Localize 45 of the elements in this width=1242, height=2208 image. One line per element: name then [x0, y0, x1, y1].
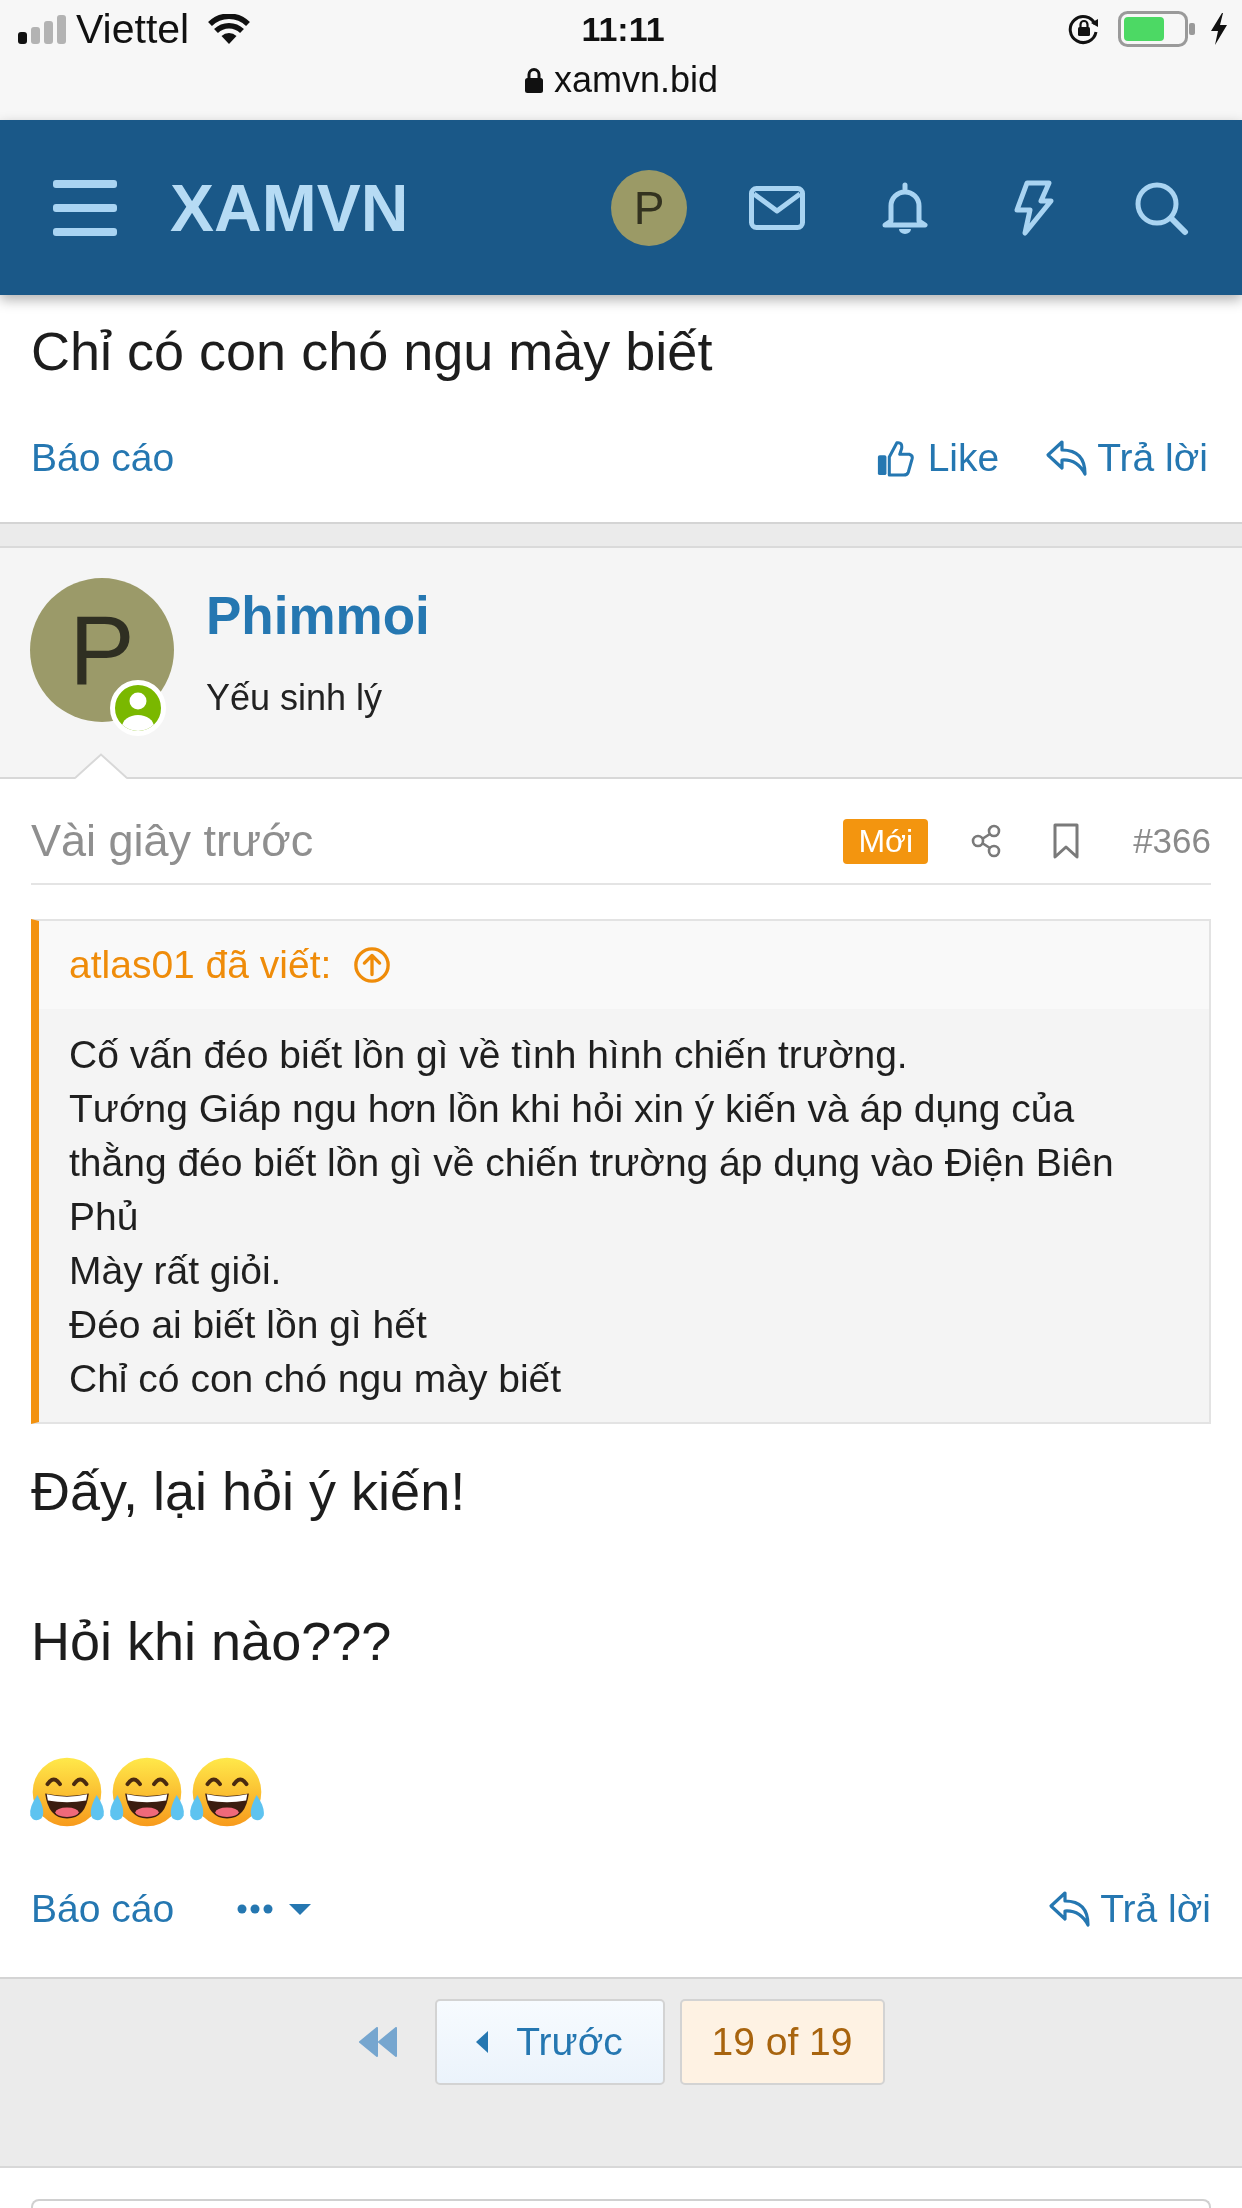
- menu-icon[interactable]: [53, 179, 117, 236]
- user-avatar[interactable]: P: [30, 578, 174, 722]
- laughing-face-icon: [108, 1755, 186, 1828]
- thumbs-up-icon: [875, 439, 914, 477]
- new-badge: Mới: [843, 818, 929, 864]
- reply-icon: [1045, 439, 1090, 477]
- quote-line: Cố vấn đéo biết lồn gì về tình hình chiến trường.: [69, 1032, 909, 1078]
- quote-line: Chỉ có con chó ngu mày biết: [69, 1356, 563, 1402]
- user-title: Yếu sinh lý: [206, 676, 384, 720]
- reply-link[interactable]: Trả lời: [1045, 436, 1208, 480]
- wifi-icon: [207, 14, 252, 44]
- mail-icon[interactable]: [749, 185, 805, 230]
- user-avatar[interactable]: P: [611, 169, 687, 246]
- bell-icon[interactable]: [880, 180, 930, 235]
- share-icon[interactable]: [970, 824, 1003, 858]
- signal-icon: [18, 14, 66, 44]
- carrier-name: Viettel: [76, 5, 190, 53]
- quote-line: Đéo ai biết lồn gì hết: [69, 1302, 428, 1348]
- page-jump-button[interactable]: 19 of 19: [679, 1999, 885, 2085]
- post-text: Chỉ có con chó ngu mày biết: [31, 320, 714, 383]
- report-link[interactable]: Báo cáo: [31, 436, 175, 480]
- post-time: Vài giây trước: [31, 815, 315, 867]
- reply-link[interactable]: Trả lời: [1048, 1887, 1211, 1931]
- report-link[interactable]: Báo cáo: [31, 1887, 175, 1931]
- quote-line: Tướng Giáp ngu hơn lồn khi hỏi xin ý kiến và áp dụng của thằng đéo biết lồn gì về chiến trường áp dụng vào Điện Biên Phủ: [69, 1086, 1115, 1240]
- laughing-face-icon: [188, 1755, 266, 1828]
- bookmark-icon[interactable]: [1053, 823, 1080, 859]
- input-field[interactable]: [31, 2199, 1211, 2208]
- post-text: Đấy, lại hỏi ý kiến!: [31, 1460, 467, 1523]
- previous-page-button[interactable]: Trước: [434, 1999, 665, 2085]
- site-logo[interactable]: XAMVN: [170, 169, 409, 246]
- page-url[interactable]: xamvn.bid: [553, 59, 719, 101]
- quote-line: Mày rất giỏi.: [69, 1248, 283, 1294]
- post-text: Hỏi khi nào???: [31, 1610, 393, 1673]
- post-number[interactable]: #366: [1133, 821, 1211, 861]
- like-link[interactable]: Like: [875, 436, 1000, 480]
- rotation-lock-icon: [1068, 13, 1100, 45]
- caret-left-icon: [476, 2031, 489, 2053]
- username-link[interactable]: Phimmoi: [206, 586, 430, 646]
- reply-icon: [1048, 1890, 1093, 1928]
- charging-icon: [1210, 13, 1228, 45]
- clock-time: 11:11: [581, 9, 665, 49]
- battery-icon: [1118, 11, 1196, 47]
- lock-icon: [523, 67, 544, 93]
- laughing-face-icon: [28, 1755, 106, 1828]
